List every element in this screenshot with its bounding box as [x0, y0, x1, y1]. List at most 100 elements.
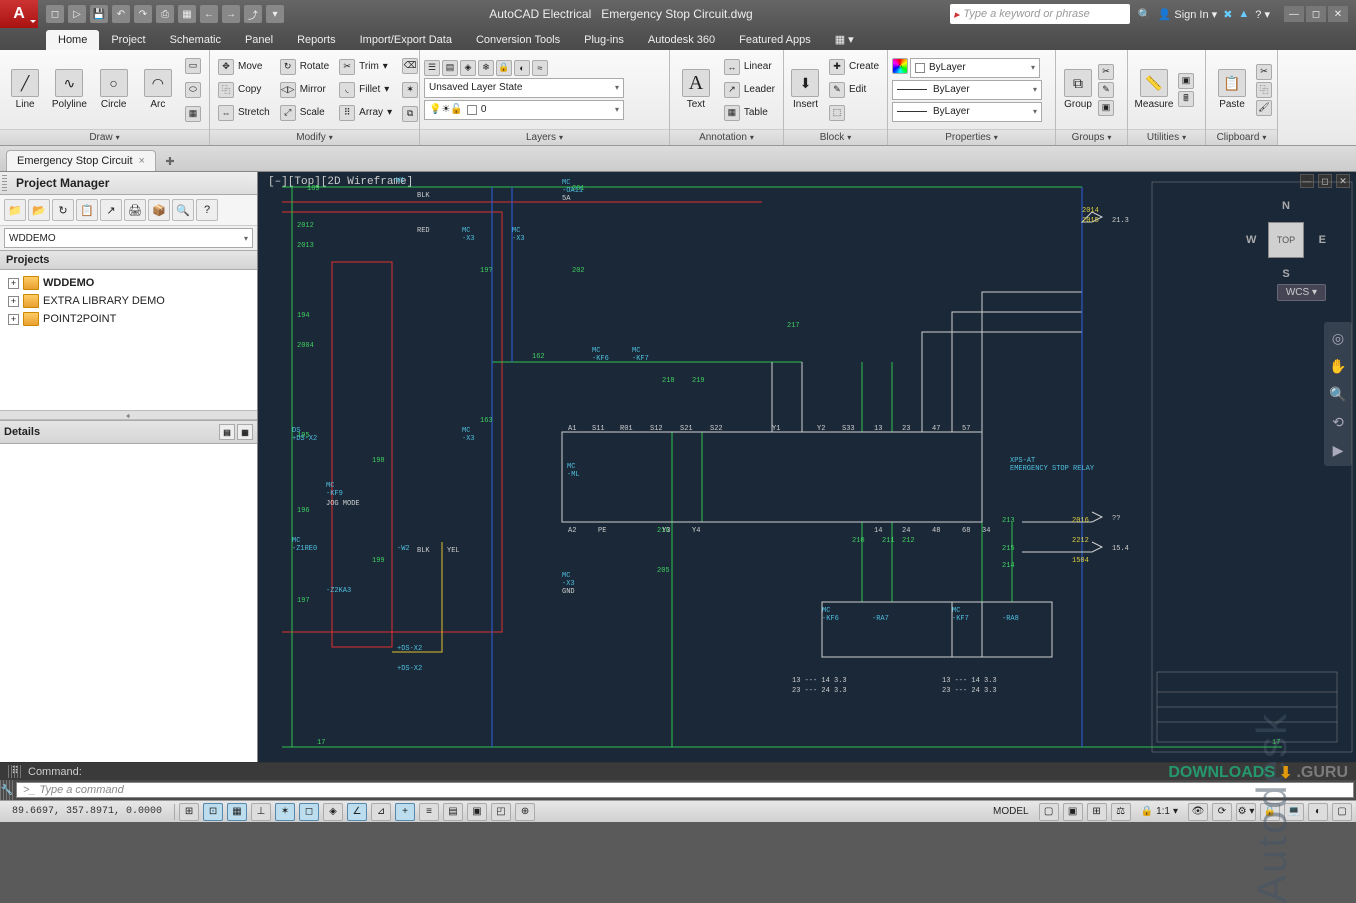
sb-osnap-icon[interactable]: ◻ [299, 803, 319, 821]
color-combo[interactable]: ByLayer [910, 58, 1040, 78]
minimize-button[interactable]: — [1284, 6, 1304, 22]
sb-3dosnap-icon[interactable]: ◈ [323, 803, 343, 821]
tab-home[interactable]: Home [46, 30, 99, 50]
pm-details-header[interactable]: Details ▤ ▦ [0, 420, 257, 444]
layer-freeze-icon[interactable]: ❄ [478, 60, 494, 76]
sb-annvis-icon[interactable]: 👁 [1188, 803, 1208, 821]
qat-fwd-icon[interactable]: → [222, 5, 240, 23]
qat-dropdown-icon[interactable]: ▾ [266, 5, 284, 23]
sb-sc-icon[interactable]: ◰ [491, 803, 511, 821]
group-sel-icon[interactable]: ▣ [1098, 100, 1114, 116]
qat-share-icon[interactable]: ⤴ [244, 5, 262, 23]
qat-plot-icon[interactable]: ▦ [178, 5, 196, 23]
text-button[interactable]: AText [674, 54, 718, 125]
explode-button[interactable]: ✶ [398, 79, 422, 101]
panel-block-title[interactable]: Block [784, 129, 887, 145]
help-search-input[interactable]: ▸ Type a keyword or phrase [950, 4, 1130, 24]
pm-grip-icon[interactable] [2, 175, 7, 191]
color-wheel-icon[interactable]: ○ [892, 58, 908, 74]
coordinates-readout[interactable]: 89.6697, 357.8971, 0.0000 [4, 806, 170, 817]
sb-clean-icon[interactable]: ▢ [1332, 803, 1352, 821]
cmd-grip-icon[interactable]: ⠿ [8, 765, 22, 778]
quick-calc-icon[interactable]: 🖩 [1178, 91, 1194, 107]
command-history[interactable]: ⠿ Command: [0, 763, 1356, 780]
panel-layers-title[interactable]: Layers [420, 129, 669, 145]
tree-expand-icon[interactable]: + [8, 296, 19, 307]
sb-infer-icon[interactable]: ⊞ [179, 803, 199, 821]
mirror-button[interactable]: ◁▷Mirror [276, 79, 333, 101]
ellipse-button[interactable]: ⬭ [181, 79, 205, 101]
sb-otrack-icon[interactable]: ∠ [347, 803, 367, 821]
qat-undo-icon[interactable]: ↶ [112, 5, 130, 23]
qat-print-icon[interactable]: ⎙ [156, 5, 174, 23]
linetype-combo[interactable]: ByLayer [892, 102, 1042, 122]
panel-draw-title[interactable]: Draw [0, 129, 209, 145]
rotate-button[interactable]: ↻Rotate [276, 56, 333, 78]
layer-state-combo[interactable]: Unsaved Layer State [424, 78, 624, 98]
app-menu-button[interactable]: A [0, 0, 38, 28]
sb-snap-icon[interactable]: ⊡ [203, 803, 223, 821]
pm-refresh-icon[interactable]: ↻ [52, 199, 74, 221]
close-button[interactable]: ✕ [1328, 6, 1348, 22]
match-props-icon[interactable]: 🖌 [1256, 100, 1272, 116]
sb-ortho-icon[interactable]: ⊥ [251, 803, 271, 821]
panel-annotation-title[interactable]: Annotation [670, 129, 783, 145]
line-button[interactable]: ╱Line [4, 54, 46, 125]
qat-redo-icon[interactable]: ↷ [134, 5, 152, 23]
panel-properties-title[interactable]: Properties [888, 129, 1055, 145]
table-button[interactable]: ▦Table [720, 102, 779, 124]
block-attr-button[interactable]: ⬚ [825, 102, 883, 124]
tree-expand-icon[interactable]: + [8, 314, 19, 325]
maximize-button[interactable]: ◻ [1306, 6, 1326, 22]
hatch-button[interactable]: ▦ [181, 103, 205, 125]
file-tab-close-icon[interactable]: × [139, 155, 145, 167]
trim-button[interactable]: ✂Trim ▾ [335, 56, 396, 78]
panel-modify-title[interactable]: Modify [210, 129, 419, 145]
measure-button[interactable]: 📏Measure [1132, 54, 1176, 125]
layer-lock-icon[interactable]: 🔒 [496, 60, 512, 76]
annotation-scale[interactable]: 🔒 1:1 ▾ [1135, 806, 1184, 817]
sb-qp-icon[interactable]: ▣ [467, 803, 487, 821]
offset-button[interactable]: ⧉ [398, 103, 422, 125]
tab-featured-apps[interactable]: Featured Apps [727, 30, 823, 50]
copy-clip-icon[interactable]: ⿻ [1256, 82, 1272, 98]
pm-projects-header[interactable]: Projects [0, 250, 257, 270]
cut-icon[interactable]: ✂ [1256, 64, 1272, 80]
sb-tpy-icon[interactable]: ▤ [443, 803, 463, 821]
linear-dim-button[interactable]: ↔Linear [720, 56, 779, 78]
command-input[interactable]: >_ Type a command [16, 782, 1354, 798]
current-layer-combo[interactable]: 💡 ☀ 🔓 0 [424, 100, 624, 120]
tree-item-wddemo[interactable]: +WDDEMO [4, 274, 253, 292]
new-tab-button[interactable]: ✚ [160, 151, 180, 171]
layer-off-icon[interactable]: ◐ [514, 60, 530, 76]
layer-match-icon[interactable]: ≈ [532, 60, 548, 76]
exchange-icon[interactable]: ✖ [1223, 8, 1232, 21]
tab-conversion[interactable]: Conversion Tools [464, 30, 572, 50]
sb-dyn-icon[interactable]: + [395, 803, 415, 821]
project-manager-title[interactable]: Project Manager [0, 172, 257, 195]
polyline-button[interactable]: ∿Polyline [48, 54, 90, 125]
paste-button[interactable]: 📋Paste [1210, 54, 1254, 125]
tab-overflow-icon[interactable]: ▦ ▾ [823, 29, 866, 50]
sb-ann-scale-icon[interactable]: ⚖ [1111, 803, 1131, 821]
tab-reports[interactable]: Reports [285, 30, 348, 50]
pm-splitter[interactable] [0, 410, 257, 420]
tab-panel[interactable]: Panel [233, 30, 285, 50]
layer-props-icon[interactable]: ☰ [424, 60, 440, 76]
pm-zip-icon[interactable]: 📦 [148, 199, 170, 221]
help-icon[interactable]: ? ▾ [1255, 8, 1270, 21]
details-view1-icon[interactable]: ▤ [219, 424, 235, 440]
sb-qview-icon[interactable]: ⊞ [1087, 803, 1107, 821]
signin-button[interactable]: 👤 Sign In ▾ [1158, 8, 1218, 21]
create-block-button[interactable]: ✚Create [825, 56, 883, 78]
arc-button[interactable]: ◠Arc [137, 54, 179, 125]
drawing-canvas[interactable]: [–][Top][2D Wireframe] — ◻ ✕ N S E W TOP… [258, 172, 1356, 762]
sb-polar-icon[interactable]: ✶ [275, 803, 295, 821]
fillet-button[interactable]: ◟Fillet ▾ [335, 79, 396, 101]
panel-utilities-title[interactable]: Utilities [1128, 129, 1205, 145]
tab-project[interactable]: Project [99, 30, 157, 50]
tree-expand-icon[interactable]: + [8, 278, 19, 289]
pm-task-icon[interactable]: 📋 [76, 199, 98, 221]
binoculars-icon[interactable]: 🔍 [1138, 8, 1152, 21]
pm-help-icon[interactable]: ? [196, 199, 218, 221]
